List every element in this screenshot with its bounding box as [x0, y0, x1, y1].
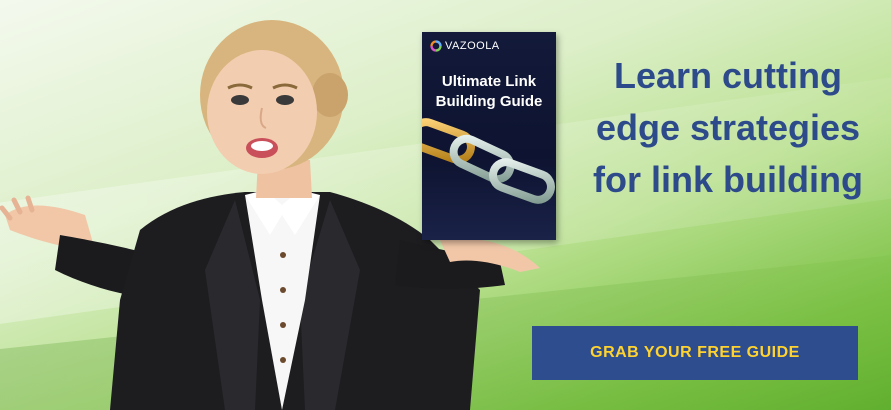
headline-line: Learn cutting — [613, 55, 842, 96]
grab-free-guide-button[interactable]: GRAB YOUR FREE GUIDE — [532, 326, 858, 380]
book-title: Ultimate Link Building Guide — [422, 72, 556, 112]
book-brand: VAZOOLA — [430, 40, 500, 52]
book-title-line: Ultimate Link — [441, 73, 537, 90]
guide-book-cover: VAZOOLA Ultimate Link Building Guide — [422, 32, 556, 240]
headline-line: edge strategies — [595, 107, 861, 148]
headline: Learn cutting edge strategies for link b… — [578, 50, 878, 206]
book-brand-text: VAZOOLA — [445, 40, 500, 52]
headline-line: for link building — [593, 159, 863, 200]
chain-links-icon — [422, 118, 555, 204]
vazoola-ring-icon — [430, 40, 442, 52]
book-title-line: Building Guide — [435, 93, 543, 110]
promo-banner: VAZOOLA Ultimate Link Building Guide Lea… — [0, 0, 891, 410]
